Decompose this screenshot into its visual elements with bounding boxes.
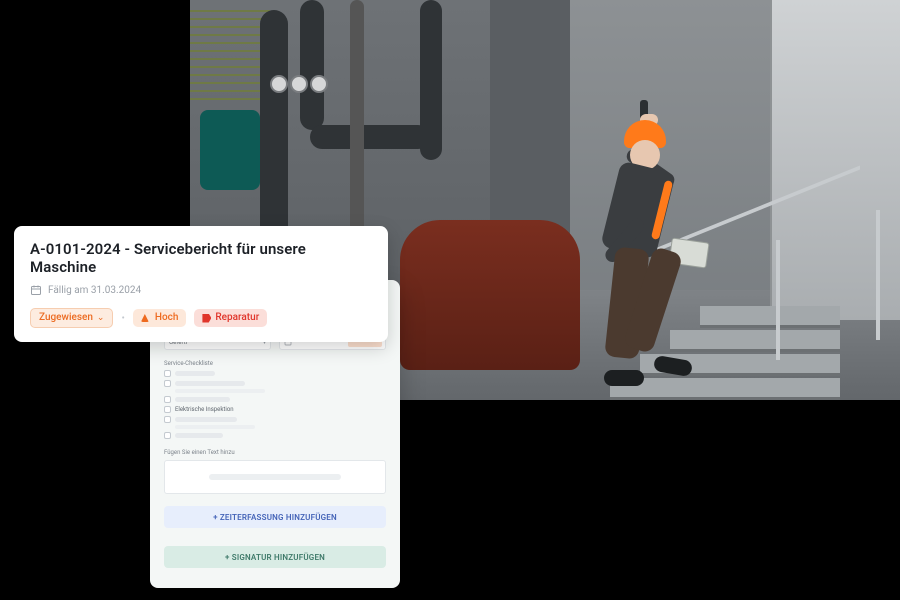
work-order-header-card: A-0101-2024 - Servicebericht für unsere … — [14, 226, 388, 342]
textarea-placeholder — [209, 474, 342, 480]
worker-illustration — [580, 120, 700, 380]
checklist-item[interactable] — [164, 380, 386, 387]
checklist-item-text — [175, 371, 215, 376]
checklist-item-label: Elektrische Inspektion — [175, 406, 234, 413]
checklist-item[interactable] — [164, 432, 386, 439]
add-time-tracking-button[interactable]: + ZEITERFASSUNG HINZUFÜGEN — [164, 506, 386, 528]
notes-textarea[interactable] — [164, 460, 386, 494]
status-dropdown[interactable]: Zugewiesen ⌄ — [30, 308, 113, 328]
tag-icon — [202, 314, 211, 323]
work-order-title: A-0101-2024 - Servicebericht für unsere … — [30, 240, 372, 276]
checklist-subitem — [175, 389, 265, 393]
checkbox-icon[interactable] — [164, 406, 171, 413]
checklist-subitem — [175, 425, 255, 429]
checklist-item-text — [175, 397, 230, 402]
checklist-item[interactable] — [164, 416, 386, 423]
checklist-item[interactable]: Elektrische Inspektion — [164, 406, 386, 413]
checklist-item[interactable] — [164, 396, 386, 403]
due-date-text: Fällig am 31.03.2024 — [48, 285, 141, 296]
separator-dot: • — [121, 313, 124, 324]
category-badge[interactable]: Reparatur — [194, 309, 267, 327]
calendar-icon — [30, 284, 42, 296]
checklist-item[interactable] — [164, 370, 386, 377]
checklist-item-text — [175, 381, 245, 386]
checklist-item-text — [175, 433, 223, 438]
checklist-item-text — [175, 417, 237, 422]
checkbox-icon[interactable] — [164, 396, 171, 403]
category-label: Reparatur — [215, 313, 259, 323]
checkbox-icon[interactable] — [164, 416, 171, 423]
add-time-tracking-label: + ZEITERFASSUNG HINZUFÜGEN — [213, 513, 337, 522]
add-signature-button[interactable]: + SIGNATUR HINZUFÜGEN — [164, 546, 386, 568]
chevron-down-icon: ⌄ — [97, 314, 105, 323]
priority-label: Hoch — [155, 313, 179, 323]
status-label: Zugewiesen — [39, 313, 93, 323]
textarea-label: Fügen Sie einen Text hinzu — [164, 449, 386, 456]
checkbox-icon[interactable] — [164, 380, 171, 387]
checkbox-icon[interactable] — [164, 370, 171, 377]
add-signature-label: + SIGNATUR HINZUFÜGEN — [225, 553, 325, 562]
checkbox-icon[interactable] — [164, 432, 171, 439]
priority-badge[interactable]: Hoch — [133, 309, 187, 327]
checklist-heading: Service-Checkliste — [164, 360, 386, 367]
due-date-row: Fällig am 31.03.2024 — [30, 284, 372, 296]
